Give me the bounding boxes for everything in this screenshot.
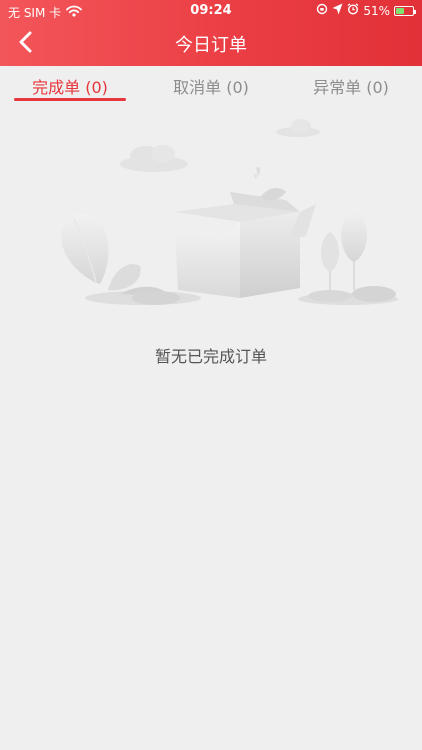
status-right: 51% bbox=[316, 3, 416, 18]
active-tab-indicator bbox=[14, 98, 126, 101]
battery-percent: 51% bbox=[363, 3, 390, 18]
status-bar: 无 SIM 卡 09:24 51% bbox=[0, 0, 422, 22]
battery-charging-icon bbox=[394, 5, 416, 16]
rotation-lock-icon bbox=[316, 3, 328, 18]
alarm-icon bbox=[347, 3, 359, 18]
nav-bar: 今日订单 bbox=[0, 22, 422, 66]
location-icon bbox=[332, 3, 343, 18]
tab-bar: 完成单 (0) 取消单 (0) 异常单 (0) bbox=[0, 66, 422, 104]
header: 无 SIM 卡 09:24 51% 今日订单 bbox=[0, 0, 422, 66]
empty-state-message: 暂无已完成订单 bbox=[154, 347, 267, 366]
tab-abnormal[interactable]: 异常单 (0) bbox=[281, 74, 421, 98]
battery-level bbox=[396, 7, 405, 14]
tab-cancelled[interactable]: 取消单 (0) bbox=[141, 74, 281, 98]
empty-box-icon bbox=[48, 112, 404, 316]
page-title: 今日订单 bbox=[175, 35, 247, 56]
tab-completed[interactable]: 完成单 (0) bbox=[0, 74, 140, 98]
